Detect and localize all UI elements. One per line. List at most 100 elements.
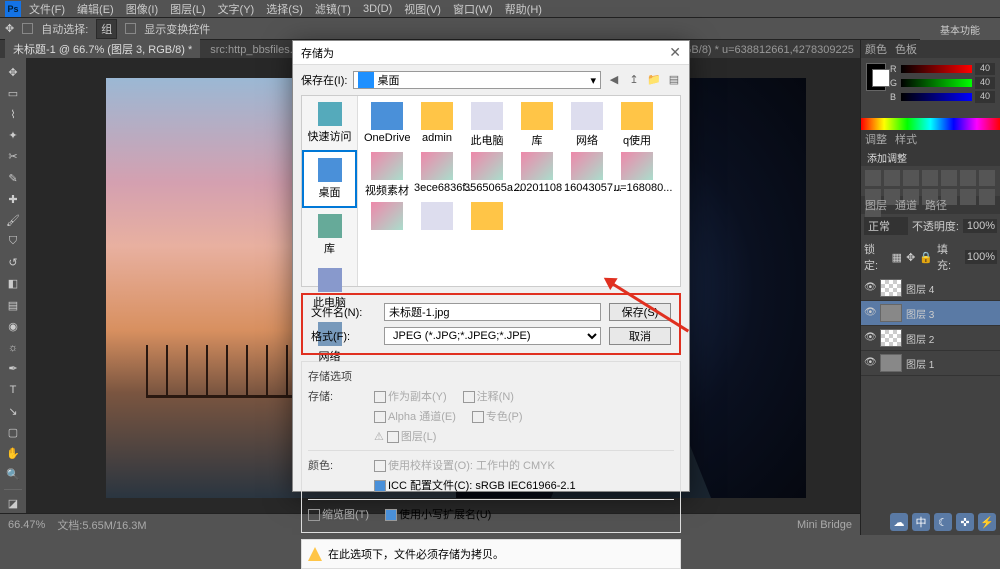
btm-icon-1[interactable]: ☁ [890,513,908,531]
sidebar-desktop[interactable]: 桌面 [302,150,357,208]
zoom-level[interactable]: 66.47% [8,519,45,531]
menu-view[interactable]: 视图(V) [404,1,441,17]
r-slider[interactable] [901,65,972,73]
up-icon[interactable]: ↥ [627,73,641,87]
b-slider[interactable] [901,93,972,101]
path-tool-icon[interactable]: ↘ [3,402,23,420]
shape-tool-icon[interactable]: ▢ [3,423,23,441]
threshold-icon[interactable] [960,189,976,205]
tab-color[interactable]: 颜色 [865,41,887,57]
spot-checkbox[interactable] [472,411,484,423]
list-item[interactable]: 此电脑 [464,102,510,148]
menu-edit[interactable]: 编辑(E) [77,1,114,17]
back-icon[interactable]: ◀ [607,73,621,87]
list-item[interactable]: 20201108 [514,152,560,198]
dialog-titlebar[interactable]: 存储为 ✕ [293,41,689,65]
marquee-tool-icon[interactable]: ▭ [3,84,23,102]
btm-icon-5[interactable]: ⚡ [978,513,996,531]
tab-swatches[interactable]: 色板 [895,41,917,57]
lasso-tool-icon[interactable]: ⌇ [3,105,23,123]
tab-adjustments[interactable]: 调整 [865,131,887,147]
cancel-button[interactable]: 取消 [609,327,671,345]
list-item[interactable]: u=168080... [614,152,660,198]
menu-filter[interactable]: 滤镜(T) [315,1,351,17]
menu-layer[interactable]: 图层(L) [170,1,205,17]
btm-icon-4[interactable]: ✜ [956,513,974,531]
layer-row[interactable]: 👁图层 3 [861,301,1000,326]
levels-icon[interactable] [884,170,900,186]
tab-paths[interactable]: 路径 [925,197,947,213]
menu-3d[interactable]: 3D(D) [363,3,392,15]
curves-icon[interactable] [903,170,919,186]
list-item[interactable]: 3565065a... [464,152,510,198]
sidebar-libraries[interactable]: 库 [302,208,357,262]
icc-checkbox[interactable] [374,480,386,492]
layer-row[interactable]: 👁图层 4 [861,276,1000,301]
list-item[interactable]: OneDrive [364,102,410,148]
mini-bridge-tab[interactable]: Mini Bridge [797,519,852,531]
dodge-tool-icon[interactable]: ☼ [3,338,23,356]
fgbg-colors[interactable] [866,63,886,91]
brightness-icon[interactable] [865,170,881,186]
close-icon[interactable]: ✕ [669,44,681,61]
blend-mode-dropdown[interactable]: 正常 [864,217,908,235]
eyedropper-tool-icon[interactable]: ✎ [3,169,23,187]
list-item[interactable]: q使用 [614,102,660,148]
vibrance-icon[interactable] [941,170,957,186]
wand-tool-icon[interactable]: ✦ [3,127,23,145]
heal-tool-icon[interactable]: ✚ [3,190,23,208]
text-tool-icon[interactable]: T [3,381,23,399]
pen-tool-icon[interactable]: ✒ [3,360,23,378]
layer-row[interactable]: 👁图层 1 [861,351,1000,376]
stamp-tool-icon[interactable]: ⛉ [3,233,23,251]
alpha-checkbox[interactable] [374,411,386,423]
brush-tool-icon[interactable]: 🖌 [3,211,23,229]
r-value[interactable]: 40 [975,63,995,75]
crop-tool-icon[interactable]: ✂ [3,148,23,166]
tab-document-1[interactable]: 未标题-1 @ 66.7% (图层 3, RGB/8) * [5,39,200,59]
hue-icon[interactable] [960,170,976,186]
move-tool-icon[interactable]: ✥ [3,63,23,81]
menu-window[interactable]: 窗口(W) [453,1,493,17]
list-item[interactable]: 库 [514,102,560,148]
location-dropdown[interactable]: 桌面▾ [353,71,601,89]
lock-all-icon[interactable]: 🔒 [919,251,933,264]
newfolder-icon[interactable]: 📁 [647,73,661,87]
filename-input[interactable] [384,303,601,321]
blur-tool-icon[interactable]: ◉ [3,317,23,335]
autoselect-checkbox[interactable] [22,23,33,34]
gradmap-icon[interactable] [979,189,995,205]
b-value[interactable]: 40 [975,91,995,103]
g-slider[interactable] [901,79,972,87]
list-item[interactable]: 视频素材 [364,152,410,198]
copy-checkbox[interactable] [374,391,386,403]
btm-icon-2[interactable]: 中 [912,513,930,531]
visibility-icon[interactable]: 👁 [864,282,876,294]
proof-checkbox[interactable] [374,460,386,472]
tab-layers[interactable]: 图层 [865,197,887,213]
menu-help[interactable]: 帮助(H) [505,1,542,17]
layers-checkbox[interactable] [387,431,399,443]
history-brush-icon[interactable]: ↺ [3,254,23,272]
notes-checkbox[interactable] [463,391,475,403]
visibility-icon[interactable]: 👁 [864,307,876,319]
list-item[interactable]: 16043057... [564,152,610,198]
thumb-checkbox[interactable] [308,509,320,521]
list-item[interactable] [464,202,510,232]
tab-styles[interactable]: 样式 [895,131,917,147]
gradient-tool-icon[interactable]: ▤ [3,296,23,314]
menu-file[interactable]: 文件(F) [29,1,65,17]
format-dropdown[interactable]: JPEG (*.JPG;*.JPEG;*.JPE) [384,327,601,345]
layer-row[interactable]: 👁图层 2 [861,326,1000,351]
viewmode-icon[interactable]: ▤ [667,73,681,87]
menu-image[interactable]: 图像(I) [126,1,158,17]
lock-position-icon[interactable]: ✥ [906,251,915,264]
g-value[interactable]: 40 [975,77,995,89]
bw-icon[interactable] [979,170,995,186]
lcext-checkbox[interactable] [385,509,397,521]
visibility-icon[interactable]: 👁 [864,357,876,369]
eraser-tool-icon[interactable]: ◧ [3,275,23,293]
btm-icon-3[interactable]: ☾ [934,513,952,531]
list-item[interactable]: admin [414,102,460,148]
fgbg-swatch-icon[interactable]: ◪ [3,495,23,513]
